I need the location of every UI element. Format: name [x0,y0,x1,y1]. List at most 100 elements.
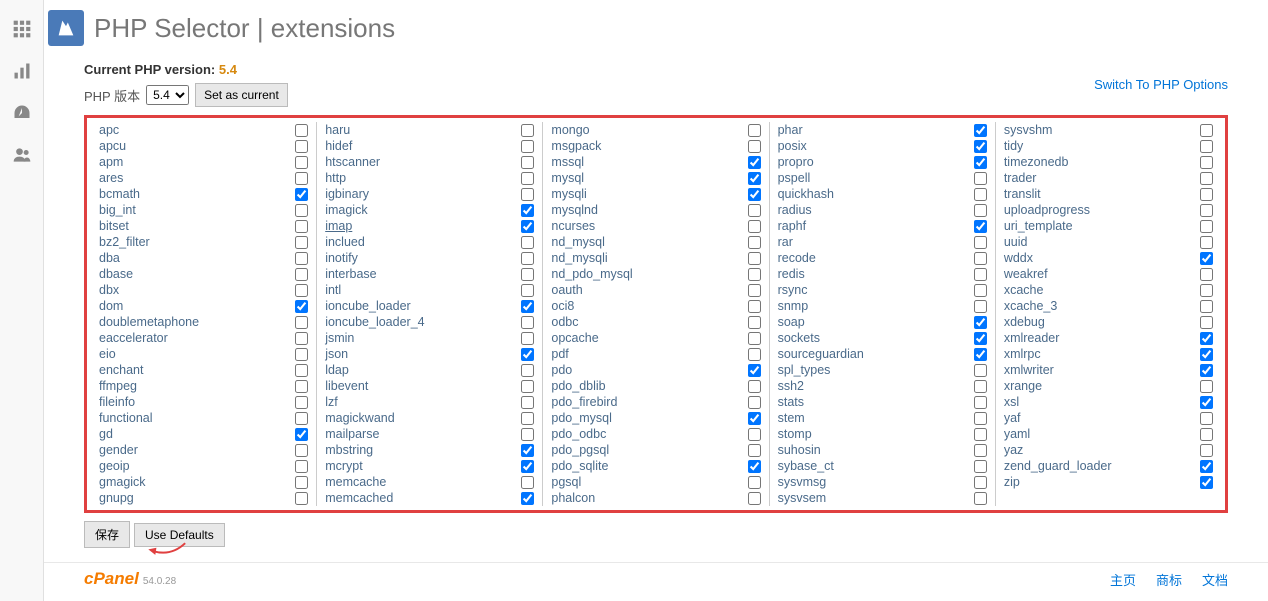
ext-name[interactable]: nd_mysqli [551,251,607,265]
ext-name[interactable]: fileinfo [99,395,135,409]
ext-name[interactable]: eio [99,347,116,361]
ext-name[interactable]: yaz [1004,443,1023,457]
ext-name[interactable]: nd_mysql [551,235,605,249]
ext-checkbox[interactable] [748,412,761,425]
ext-name[interactable]: magickwand [325,411,394,425]
ext-name[interactable]: mysqlnd [551,203,598,217]
ext-name[interactable]: ldap [325,363,349,377]
ext-name[interactable]: xrange [1004,379,1042,393]
ext-checkbox[interactable] [521,172,534,185]
ext-name[interactable]: imagick [325,203,367,217]
ext-checkbox[interactable] [521,380,534,393]
ext-checkbox[interactable] [1200,396,1213,409]
ext-checkbox[interactable] [974,172,987,185]
ext-checkbox[interactable] [974,460,987,473]
ext-name[interactable]: dom [99,299,123,313]
ext-checkbox[interactable] [748,124,761,137]
ext-name[interactable]: sybase_ct [778,459,834,473]
ext-checkbox[interactable] [295,332,308,345]
ext-checkbox[interactable] [521,236,534,249]
ext-checkbox[interactable] [1200,364,1213,377]
ext-name[interactable]: zip [1004,475,1020,489]
ext-checkbox[interactable] [295,268,308,281]
ext-checkbox[interactable] [748,332,761,345]
ext-name[interactable]: geoip [99,459,130,473]
ext-name[interactable]: sysvmsg [778,475,827,489]
ext-checkbox[interactable] [295,348,308,361]
ext-checkbox[interactable] [295,444,308,457]
ext-checkbox[interactable] [748,236,761,249]
ext-checkbox[interactable] [295,140,308,153]
ext-name[interactable]: pdo [551,363,572,377]
ext-name[interactable]: xsl [1004,395,1019,409]
ext-name[interactable]: jsmin [325,331,354,345]
ext-name[interactable]: bz2_filter [99,235,150,249]
ext-checkbox[interactable] [295,236,308,249]
ext-name[interactable]: ssh2 [778,379,804,393]
ext-name[interactable]: gender [99,443,138,457]
ext-checkbox[interactable] [748,444,761,457]
ext-checkbox[interactable] [521,444,534,457]
set-as-current-button[interactable]: Set as current [195,83,288,107]
ext-checkbox[interactable] [521,428,534,441]
ext-name[interactable]: eaccelerator [99,331,168,345]
ext-name[interactable]: sysvshm [1004,123,1053,137]
ext-name[interactable]: xmlwriter [1004,363,1054,377]
ext-checkbox[interactable] [295,188,308,201]
ext-checkbox[interactable] [974,444,987,457]
ext-checkbox[interactable] [748,396,761,409]
ext-checkbox[interactable] [974,300,987,313]
ext-name[interactable]: zend_guard_loader [1004,459,1112,473]
ext-name[interactable]: quickhash [778,187,834,201]
ext-checkbox[interactable] [521,492,534,505]
ext-name[interactable]: dbx [99,283,119,297]
ext-checkbox[interactable] [521,364,534,377]
ext-name[interactable]: mssql [551,155,584,169]
ext-checkbox[interactable] [1200,316,1213,329]
ext-checkbox[interactable] [748,428,761,441]
ext-name[interactable]: pspell [778,171,811,185]
ext-name[interactable]: gnupg [99,491,134,505]
ext-checkbox[interactable] [974,492,987,505]
ext-name[interactable]: recode [778,251,816,265]
ext-checkbox[interactable] [974,156,987,169]
ext-checkbox[interactable] [1200,444,1213,457]
ext-name[interactable]: radius [778,203,812,217]
ext-name[interactable]: timezonedb [1004,155,1069,169]
ext-checkbox[interactable] [1200,188,1213,201]
ext-name[interactable]: imap [325,219,352,233]
ext-checkbox[interactable] [521,268,534,281]
ext-checkbox[interactable] [748,460,761,473]
ext-checkbox[interactable] [521,300,534,313]
ext-name[interactable]: igbinary [325,187,369,201]
ext-name[interactable]: bitset [99,219,129,233]
ext-checkbox[interactable] [974,268,987,281]
ext-checkbox[interactable] [974,188,987,201]
ext-name[interactable]: uuid [1004,235,1028,249]
ext-checkbox[interactable] [1200,252,1213,265]
ext-checkbox[interactable] [1200,156,1213,169]
ext-name[interactable]: mongo [551,123,589,137]
ext-name[interactable]: ares [99,171,123,185]
ext-name[interactable]: yaf [1004,411,1021,425]
ext-name[interactable]: xcache [1004,283,1044,297]
ext-name[interactable]: rar [778,235,793,249]
ext-name[interactable]: big_int [99,203,136,217]
ext-name[interactable]: libevent [325,379,368,393]
ext-checkbox[interactable] [295,220,308,233]
ext-checkbox[interactable] [521,124,534,137]
ext-name[interactable]: mysql [551,171,584,185]
ext-name[interactable]: enchant [99,363,143,377]
ext-checkbox[interactable] [1200,348,1213,361]
ext-checkbox[interactable] [748,380,761,393]
ext-name[interactable]: propro [778,155,814,169]
ext-checkbox[interactable] [974,428,987,441]
dashboard-icon[interactable] [0,92,44,134]
ext-name[interactable]: functional [99,411,153,425]
save-button[interactable]: 保存 [84,521,130,548]
ext-name[interactable]: spl_types [778,363,831,377]
ext-checkbox[interactable] [1200,284,1213,297]
ext-name[interactable]: intl [325,283,341,297]
ext-checkbox[interactable] [295,364,308,377]
ext-checkbox[interactable] [974,284,987,297]
